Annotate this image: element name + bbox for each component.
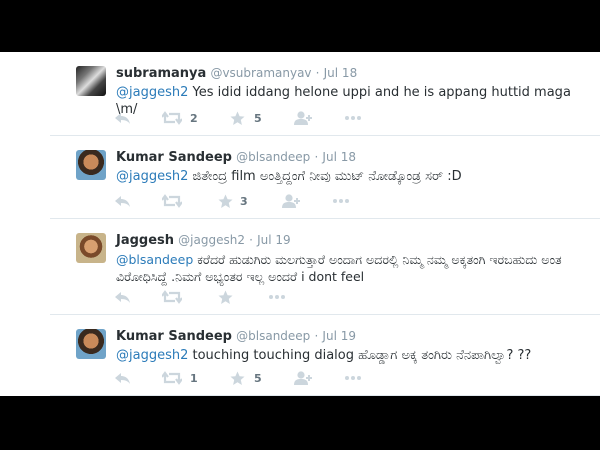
retweet-icon[interactable] [162,111,182,127]
favorite-count: 3 [240,195,248,208]
mention-link[interactable]: @jaggesh2 [116,85,188,100]
tweet-text: @jaggesh2 touching touching dialog ಹೊಡ್ಡ… [116,347,594,364]
avatar[interactable] [76,66,106,96]
retweet-icon[interactable] [162,371,182,387]
tweet-username[interactable]: @blsandeep [236,150,310,164]
tweet-timestamp[interactable]: Jul 19 [257,233,291,247]
reply-icon[interactable] [114,371,131,387]
tweet-header: subramanya @vsubramanyav · Jul 18 [116,65,357,82]
tweet-fullname[interactable]: Kumar Sandeep [116,329,232,344]
avatar[interactable] [76,233,106,263]
avatar[interactable] [76,329,106,359]
favorite-count: 5 [254,112,262,125]
more-icon[interactable] [344,371,362,387]
retweet-icon[interactable] [162,290,182,306]
reply-icon[interactable] [114,111,131,127]
tweet[interactable]: Kumar Sandeep @blsandeep · Jul 18 @jagge… [50,136,600,219]
tweet-body: ಜಿತೇಂದ್ರ film ಅಂತ್ತಿದ್ದಂಗೆ ನೀವು ಮುಟ್ ನೋಡ… [188,169,462,184]
tweet-body: touching touching dialog ಹೊಡ್ಡಾಗ ಅಕ್ಕ ತಂ… [188,348,532,363]
more-icon[interactable] [332,194,350,210]
retweet-count: 2 [190,112,198,125]
star-icon[interactable] [230,371,245,387]
tweet-text: @blsandeep ಕರೆದರೆ ಹುಡುಗಿರು ಮಲಗುತ್ತಾರೆ ಅಂ… [116,251,594,285]
tweet-header: Jaggesh @jaggesh2 · Jul 19 [116,232,291,249]
reply-icon[interactable] [114,290,131,306]
tweet-username[interactable]: @blsandeep [236,329,310,343]
more-icon[interactable] [268,290,286,306]
tweet-timestamp[interactable]: Jul 19 [322,329,356,343]
mention-link[interactable]: @jaggesh2 [116,348,188,363]
tweet-stream: subramanya @vsubramanyav · Jul 18 @jagge… [50,52,600,396]
separator-dot: · [315,66,320,80]
retweet-count: 1 [190,372,198,385]
separator-dot: · [314,329,319,343]
tweet-header: Kumar Sandeep @blsandeep · Jul 19 [116,328,356,345]
follow-icon[interactable] [294,111,314,127]
tweet[interactable]: subramanya @vsubramanyav · Jul 18 @jagge… [50,52,600,136]
reply-icon[interactable] [114,194,131,210]
mention-link[interactable]: @blsandeep [116,252,193,267]
star-icon[interactable] [230,111,245,127]
follow-icon[interactable] [294,371,314,387]
tweet-header: Kumar Sandeep @blsandeep · Jul 18 [116,149,356,166]
mention-link[interactable]: @jaggesh2 [116,169,188,184]
more-icon[interactable] [344,111,362,127]
tweet-fullname[interactable]: Jaggesh [116,233,174,248]
tweet-timestamp[interactable]: Jul 18 [322,150,356,164]
timeline-viewport: subramanya @vsubramanyav · Jul 18 @jagge… [0,52,600,396]
favorite-count: 5 [254,372,262,385]
star-icon[interactable] [218,194,233,210]
tweet-username[interactable]: @jaggesh2 [178,233,245,247]
avatar[interactable] [76,150,106,180]
follow-icon[interactable] [282,194,302,210]
tweet-username[interactable]: @vsubramanyav [210,66,311,80]
star-icon[interactable] [218,290,233,306]
separator-dot: · [314,150,319,164]
tweet-timestamp[interactable]: Jul 18 [324,66,358,80]
tweet-text: @jaggesh2 ಜಿತೇಂದ್ರ film ಅಂತ್ತಿದ್ದಂಗೆ ನೀವ… [116,168,594,185]
tweet-fullname[interactable]: Kumar Sandeep [116,150,232,165]
separator-dot: · [249,233,253,247]
tweet[interactable]: Kumar Sandeep @blsandeep · Jul 19 @jagge… [50,315,600,396]
retweet-icon[interactable] [162,194,182,210]
tweet[interactable]: Jaggesh @jaggesh2 · Jul 19 @blsandeep ಕರ… [50,219,600,315]
tweet-fullname[interactable]: subramanya [116,66,206,81]
